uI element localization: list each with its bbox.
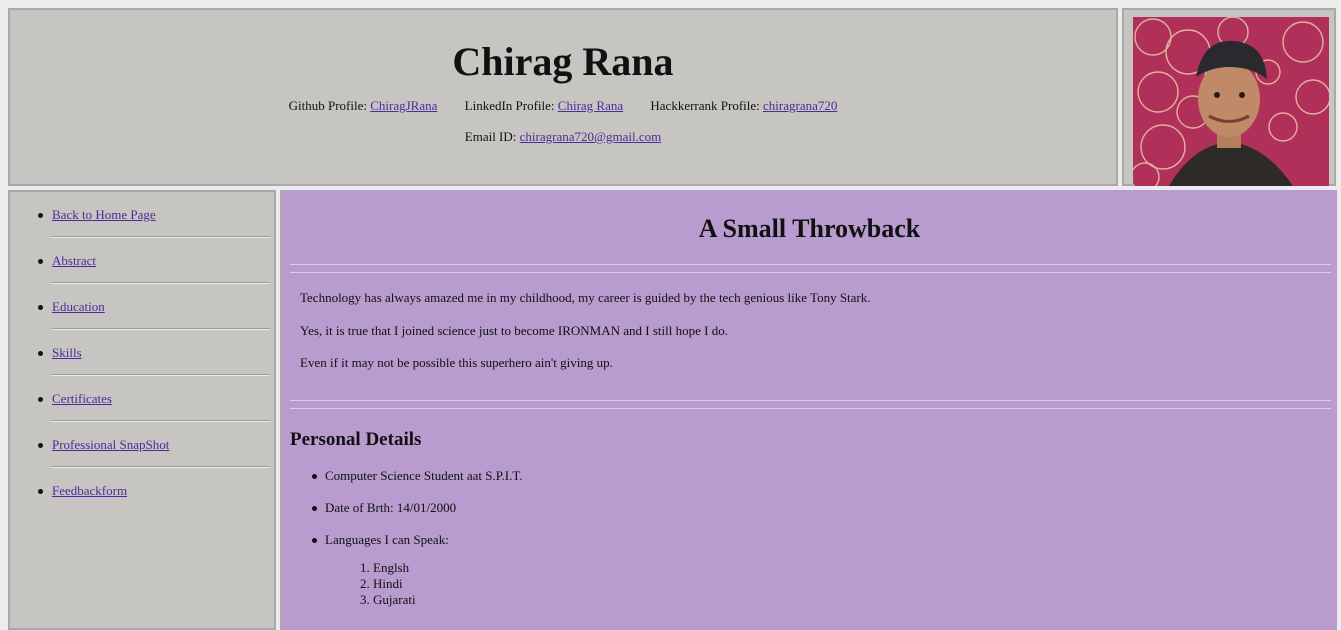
profile-photo-image bbox=[1133, 17, 1329, 186]
divider bbox=[290, 400, 1331, 409]
github-profile: Github Profile: ChiragJRana bbox=[289, 98, 438, 113]
main-content: A Small Throwback Technology has always … bbox=[280, 190, 1337, 630]
profile-links: Github Profile: ChiragJRana LinkedIn Pro… bbox=[10, 98, 1116, 114]
sidebar-link-skills[interactable]: Skills bbox=[52, 345, 82, 360]
email-link[interactable]: chiragrana720@gmail.com bbox=[520, 129, 662, 144]
sidebar-item-education: Education bbox=[38, 284, 270, 330]
sidebar-item-feedback: Feedbackform bbox=[38, 468, 270, 514]
page-title: Chirag Rana bbox=[452, 39, 674, 84]
language-item: 1. Englsh bbox=[360, 560, 410, 575]
list-item: Computer Science Student aat S.P.I.T. bbox=[312, 468, 523, 500]
sidebar-item-abstract: Abstract bbox=[38, 238, 270, 284]
sidebar-nav: Back to Home Page Abstract Education Ski… bbox=[10, 192, 274, 514]
sidebar-item-skills: Skills bbox=[38, 330, 270, 376]
list-item: Languages I can Speak: bbox=[312, 532, 523, 564]
sidebar-link-feedback[interactable]: Feedbackform bbox=[52, 483, 127, 498]
hackerrank-link[interactable]: chiragrana720 bbox=[763, 98, 837, 113]
github-link[interactable]: ChiragJRana bbox=[370, 98, 437, 113]
language-item: 2. Hindi bbox=[360, 576, 403, 591]
personal-details-heading: Personal Details bbox=[290, 429, 422, 450]
hackerrank-label: Hackkerrank Profile: bbox=[650, 98, 764, 113]
throwback-paragraph: Yes, it is true that I joined science ju… bbox=[300, 323, 728, 338]
sidebar-item-home: Back to Home Page bbox=[38, 192, 270, 238]
sidebar-link-education[interactable]: Education bbox=[52, 299, 105, 314]
hackerrank-profile: Hackkerrank Profile: chiragrana720 bbox=[650, 98, 837, 113]
header: Chirag Rana Github Profile: ChiragJRana … bbox=[8, 8, 1118, 186]
linkedin-link[interactable]: Chirag Rana bbox=[558, 98, 623, 113]
throwback-paragraph: Technology has always amazed me in my ch… bbox=[300, 290, 871, 305]
profile-photo-frame bbox=[1122, 8, 1336, 186]
sidebar-link-snapshot[interactable]: Professional SnapShot bbox=[52, 437, 169, 452]
section-title: A Small Throwback bbox=[698, 214, 921, 243]
divider bbox=[290, 264, 1331, 273]
personal-details-list: Computer Science Student aat S.P.I.T. Da… bbox=[312, 468, 523, 564]
github-label: Github Profile: bbox=[288, 98, 371, 113]
email-line: Email ID: chiragrana720@gmail.com bbox=[10, 129, 1116, 145]
email-label: Email ID: bbox=[464, 129, 520, 144]
list-item: Date of Brth: 14/01/2000 bbox=[312, 500, 523, 532]
sidebar-item-snapshot: Professional SnapShot bbox=[38, 422, 270, 468]
sidebar-item-certificates: Certificates bbox=[38, 376, 270, 422]
throwback-paragraph: Even if it may not be possible this supe… bbox=[300, 355, 613, 370]
sidebar-link-home[interactable]: Back to Home Page bbox=[52, 207, 156, 222]
language-item: 3. Gujarati bbox=[360, 592, 416, 607]
languages-list: 1. Englsh 2. Hindi 3. Gujarati bbox=[360, 560, 416, 608]
linkedin-label: LinkedIn Profile: bbox=[464, 98, 558, 113]
sidebar-link-certificates[interactable]: Certificates bbox=[52, 391, 112, 406]
profile-photo bbox=[1133, 17, 1329, 186]
linkedin-profile: LinkedIn Profile: Chirag Rana bbox=[465, 98, 624, 113]
sidebar: Back to Home Page Abstract Education Ski… bbox=[8, 190, 276, 630]
sidebar-link-abstract[interactable]: Abstract bbox=[52, 253, 96, 268]
